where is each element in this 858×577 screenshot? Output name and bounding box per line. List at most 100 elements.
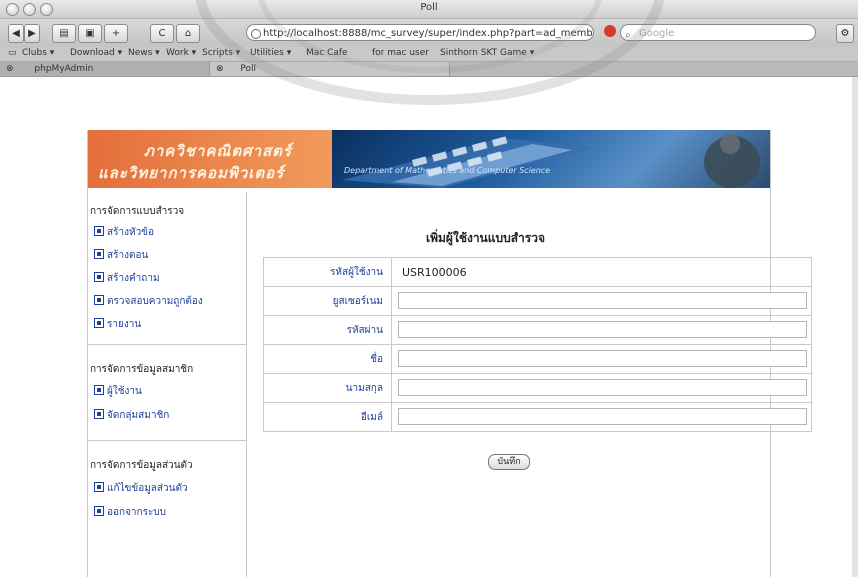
tab-close-icon[interactable]: ⊗ — [6, 64, 14, 74]
printer-icon: ▤ — [59, 28, 69, 39]
form-row-password: รหัสผ่าน — [263, 315, 812, 345]
password-field[interactable] — [398, 321, 807, 338]
field-label: รหัสผู้ใช้งาน — [263, 257, 392, 287]
bullet-icon — [94, 385, 104, 395]
sidebar-item-label: ตรวจสอบความถูกต้อง — [107, 296, 203, 307]
home-button[interactable]: ⌂ — [176, 24, 200, 43]
plus-icon: + — [111, 28, 121, 39]
sidebar-item-users[interactable]: ผู้ใช้งาน — [94, 384, 142, 399]
first-name-field[interactable] — [398, 350, 807, 367]
sidebar-item-report[interactable]: รายงาน — [94, 317, 141, 332]
window-titlebar: Poll — [0, 0, 858, 19]
sidebar-item-label: รายงาน — [107, 319, 142, 330]
save-button[interactable]: บันทึก — [488, 454, 530, 470]
field-label: รหัสผ่าน — [263, 315, 392, 345]
address-bar-url: http://localhost:8888/mc_survey/super/in… — [263, 28, 594, 39]
banner-image: Department of Mathematics and Computer S… — [332, 130, 770, 188]
sidebar: การจัดการแบบสำรวจ สร้างหัวข้อ สร้างตอน ส… — [88, 192, 247, 577]
forward-arrow-icon: ▶ — [28, 28, 36, 39]
bullet-icon — [94, 318, 104, 328]
bullet-icon — [94, 506, 104, 516]
field-label: ยูสเซอร์เนม — [263, 286, 392, 316]
forward-button[interactable]: ▶ — [24, 24, 40, 43]
sidebar-section-title: การจัดการข้อมูลสมาชิก — [90, 364, 194, 375]
form-row-user-id: รหัสผู้ใช้งาน USR100006 — [263, 257, 812, 287]
bullet-icon — [94, 226, 104, 236]
keyboard-illustration — [342, 134, 760, 188]
bullet-icon — [94, 482, 104, 492]
bullet-icon — [94, 272, 104, 282]
bookmark-item[interactable]: Sinthorn SKT Game ▾ — [440, 48, 534, 58]
banner-title-area: ภาควิชาคณิตศาสตร์ และวิทยาการคอมพิวเตอร์ — [88, 130, 332, 188]
vertical-scrollbar[interactable] — [852, 77, 858, 577]
stop-loading-icon[interactable] — [604, 25, 616, 37]
sidebar-item-label: แก้ไขข้อมูลส่วนตัว — [107, 483, 188, 494]
bookmark-item[interactable]: News ▾ — [128, 48, 160, 58]
sidebar-item-label: ผู้ใช้งาน — [107, 386, 142, 397]
bookmark-item[interactable]: Download ▾ — [70, 48, 122, 58]
sidebar-item-create-part[interactable]: สร้างตอน — [94, 248, 148, 263]
bookmark-item[interactable]: Clubs ▾ — [22, 48, 54, 58]
reload-button[interactable]: C — [150, 24, 174, 43]
tab-bar: ⊗ phpMyAdmin ⊗ Poll — [0, 62, 858, 77]
field-label: ชื่อ — [263, 344, 392, 374]
sidebar-divider — [88, 440, 246, 441]
tab-close-icon[interactable]: ⊗ — [216, 64, 224, 74]
username-cell — [391, 286, 812, 316]
first-name-cell — [391, 344, 812, 374]
tab-phpmyadmin[interactable]: ⊗ phpMyAdmin — [0, 62, 210, 76]
reload-icon: C — [158, 28, 166, 39]
home-icon: ⌂ — [184, 28, 192, 39]
page-container: ภาควิชาคณิตศาสตร์ และวิทยาการคอมพิวเตอร์… — [87, 130, 812, 577]
last-name-field[interactable] — [398, 379, 807, 396]
back-arrow-icon: ◀ — [12, 28, 20, 39]
sidebar-divider — [88, 344, 246, 345]
window-title: Poll — [420, 2, 438, 13]
banner-line-1: ภาควิชาคณิตศาสตร์ — [144, 142, 292, 160]
sidebar-item-label: ออกจากระบบ — [107, 507, 167, 518]
sidebar-item-edit-profile[interactable]: แก้ไขข้อมูลส่วนตัว — [94, 481, 188, 496]
browser-toolbar: ◀ ▶ ▤ ▣ + C ⌂ http://localhost:8888/mc_s… — [0, 19, 858, 47]
sidebar-section-title: การจัดการข้อมูลส่วนตัว — [90, 460, 193, 471]
bookmarks-book-icon[interactable]: ▭ — [8, 48, 17, 58]
globe-icon — [251, 29, 261, 39]
bookmark-item[interactable]: for mac user — [372, 48, 429, 58]
bookmark-item[interactable]: Scripts ▾ — [202, 48, 240, 58]
bullet-icon — [94, 409, 104, 419]
sidebar-item-label: สร้างหัวข้อ — [107, 227, 155, 238]
book-icon: ▣ — [85, 28, 95, 39]
password-cell — [391, 315, 812, 345]
bookmark-item[interactable]: Mac Cafe — [306, 48, 348, 58]
banner-caption: Department of Mathematics and Computer S… — [344, 166, 551, 175]
search-input[interactable]: ⌕ Google — [620, 24, 816, 41]
form-row-email: อีเมล์ — [263, 402, 812, 432]
sidebar-item-create-topic[interactable]: สร้างหัวข้อ — [94, 225, 154, 240]
tab-label: Poll — [240, 64, 257, 74]
address-bar[interactable]: http://localhost:8888/mc_survey/super/in… — [246, 24, 594, 41]
email-cell — [391, 402, 812, 432]
user-id-value: USR100006 — [391, 257, 812, 287]
back-button[interactable]: ◀ — [8, 24, 24, 43]
username-field[interactable] — [398, 292, 807, 309]
menu-button[interactable]: ⚙ — [836, 24, 854, 43]
form-row-username: ยูสเซอร์เนม — [263, 286, 812, 316]
page-title: เพิ่มผู้ใช้งานแบบสำรวจ — [426, 231, 546, 245]
banner-line-2: และวิทยาการคอมพิวเตอร์ — [98, 164, 285, 182]
sidebar-item-create-question[interactable]: สร้างคำถาม — [94, 271, 160, 286]
form-row-last-name: นามสกุล — [263, 373, 812, 403]
email-field[interactable] — [398, 408, 807, 425]
add-user-form: รหัสผู้ใช้งาน USR100006 ยูสเซอร์เนม รหัส… — [263, 257, 812, 432]
bookmark-view-button[interactable]: ▣ — [78, 24, 102, 43]
print-button[interactable]: ▤ — [52, 24, 76, 43]
bookmark-item[interactable]: Work ▾ — [166, 48, 196, 58]
bookmarks-bar: ▭ Clubs ▾ Download ▾ News ▾ Work ▾ Scrip… — [0, 47, 858, 62]
add-bookmark-button[interactable]: + — [104, 24, 128, 43]
bookmark-item[interactable]: Utilities ▾ — [250, 48, 291, 58]
sidebar-item-logout[interactable]: ออกจากระบบ — [94, 505, 166, 520]
sidebar-item-member-groups[interactable]: จัดกลุ่มสมาชิก — [94, 408, 169, 423]
field-label: อีเมล์ — [263, 402, 392, 432]
sidebar-item-validate[interactable]: ตรวจสอบความถูกต้อง — [94, 294, 203, 309]
tab-poll[interactable]: ⊗ Poll — [210, 62, 450, 76]
sidebar-item-label: สร้างคำถาม — [107, 273, 160, 284]
field-label: นามสกุล — [263, 373, 392, 403]
